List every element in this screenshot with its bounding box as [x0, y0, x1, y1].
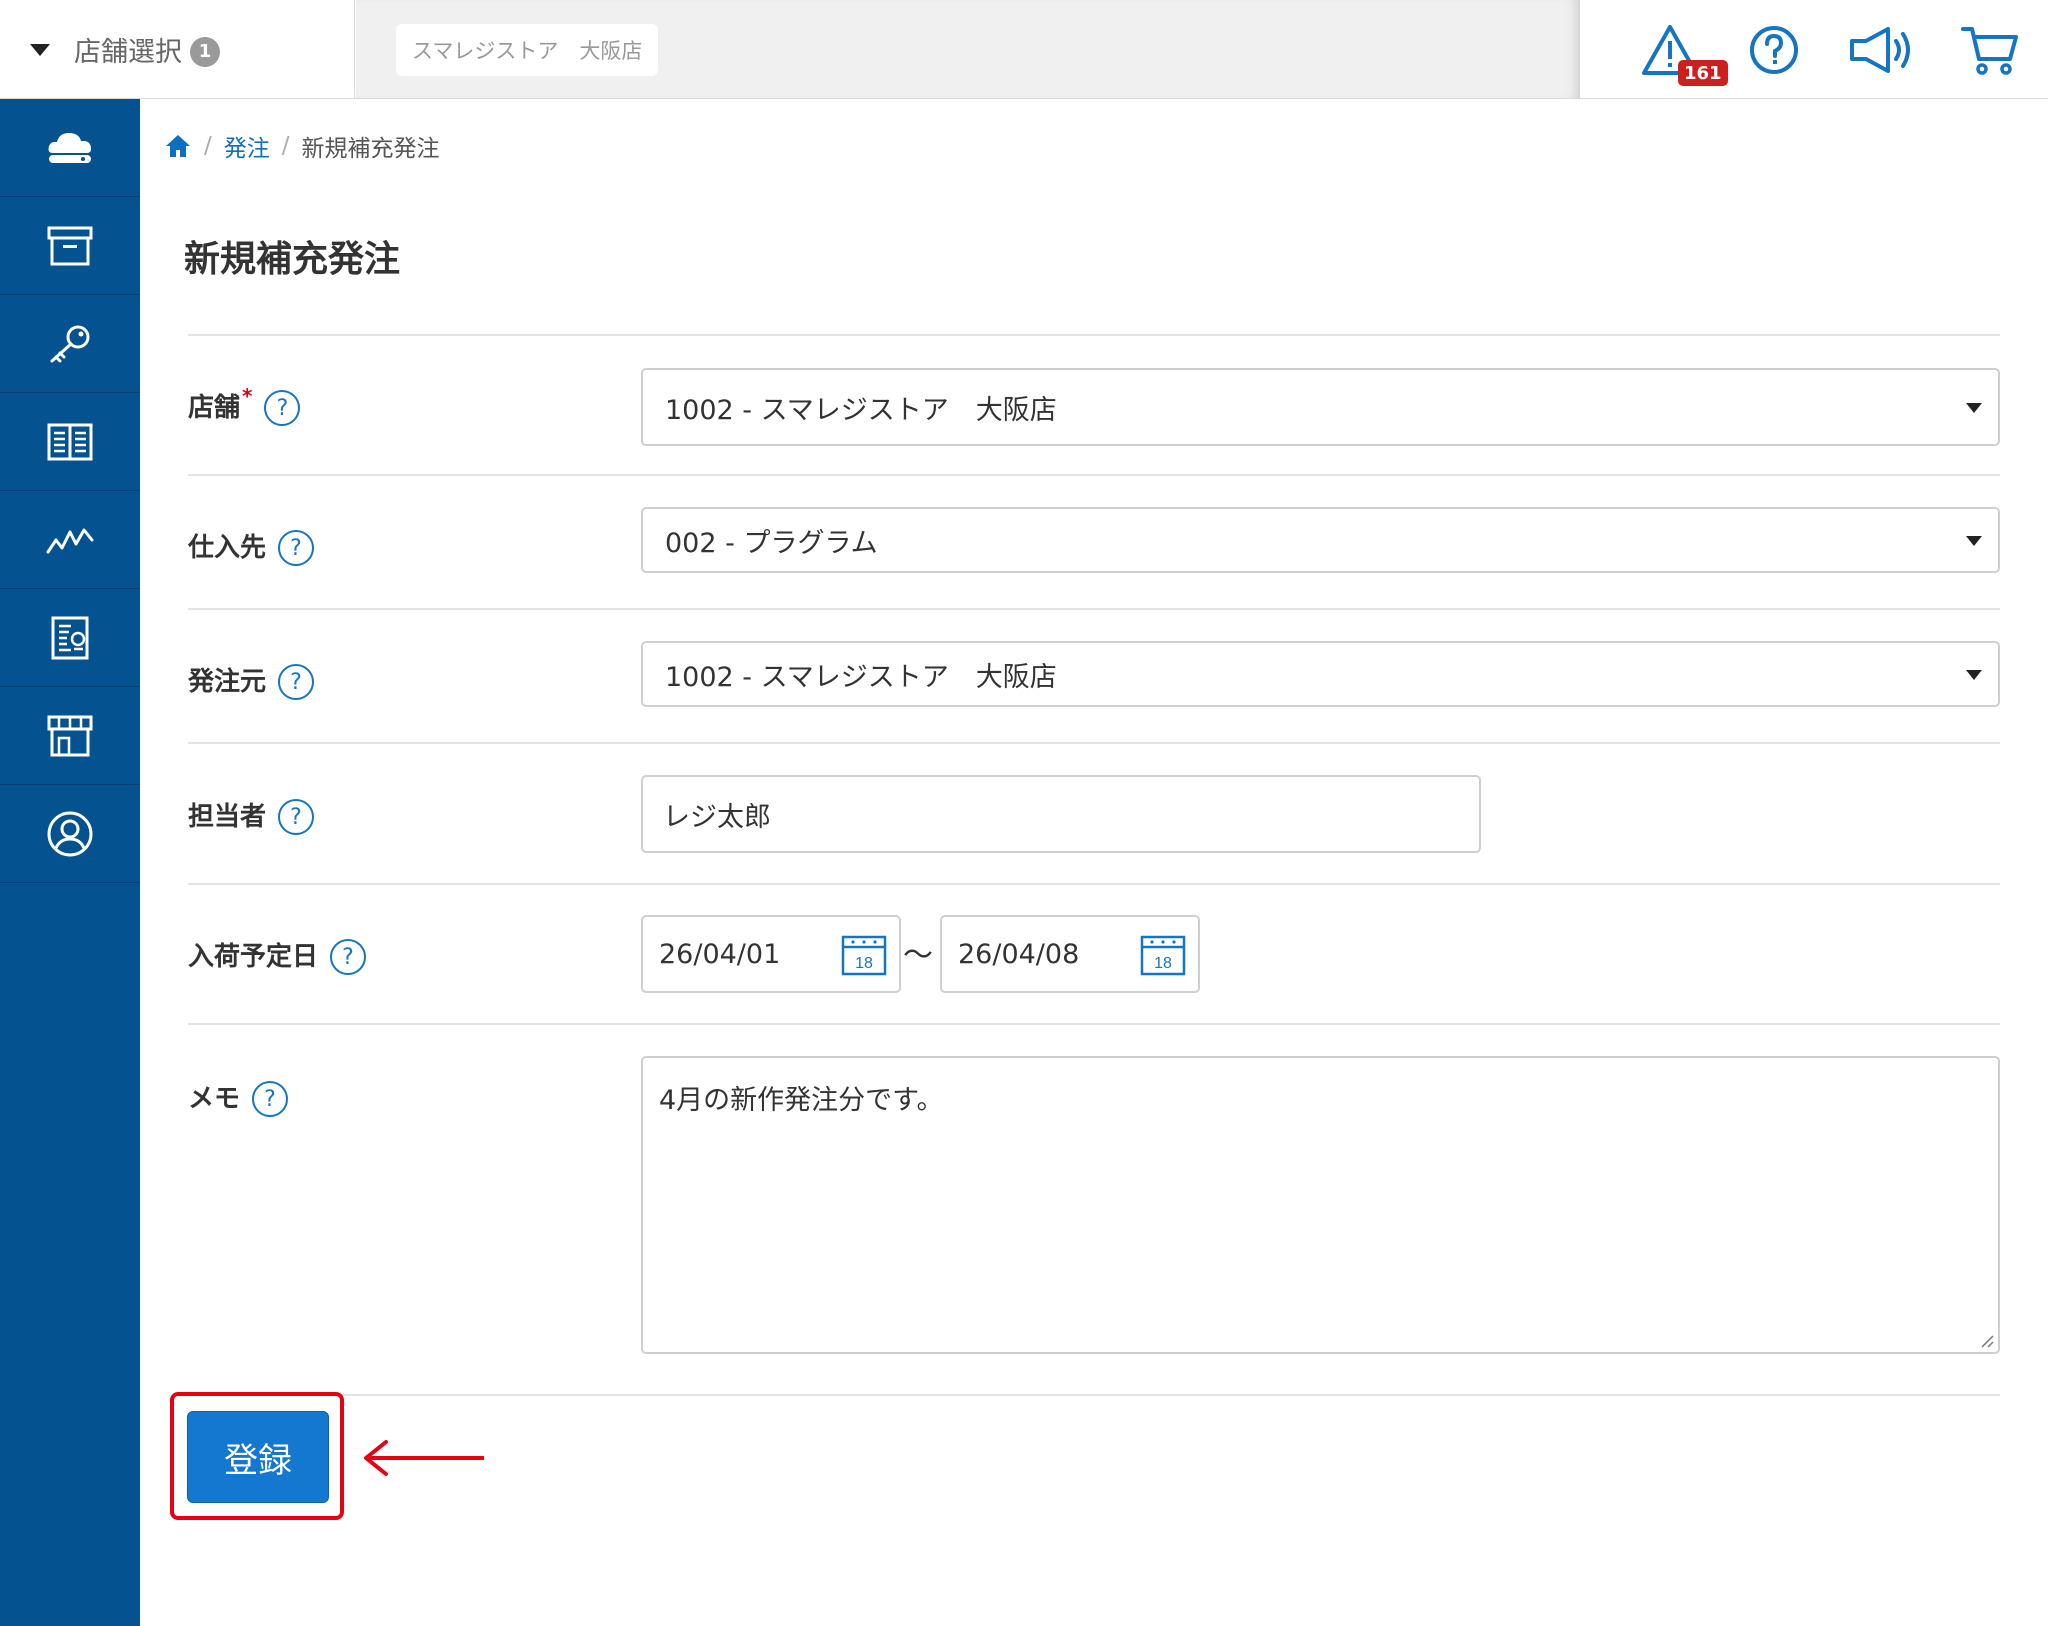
sidebar	[0, 99, 140, 1626]
megaphone-icon[interactable]	[1844, 18, 1920, 82]
report-icon	[51, 616, 89, 659]
store-select-value: 1002 - スマレジストア 大阪店	[665, 394, 1057, 426]
book-icon	[47, 423, 93, 460]
selected-store-chip[interactable]: スマレジストア 大阪店	[396, 24, 659, 76]
supplier-help-icon[interactable]: ?	[278, 530, 315, 566]
sidebar-item-cloud[interactable]	[0, 99, 140, 197]
chevron-down-icon	[1966, 536, 1982, 546]
origin-label-text: 発注元	[188, 666, 267, 697]
divider	[188, 742, 2000, 744]
breadcrumb-current: 新規補充発注	[301, 136, 440, 162]
arrival-date-field-label: 入荷予定日 ?	[188, 933, 367, 975]
sidebar-item-archive[interactable]	[0, 197, 140, 295]
memo-label-text: メモ	[188, 1083, 241, 1114]
date-range-separator: 〜	[903, 938, 933, 973]
required-mark: *	[242, 384, 253, 408]
store-selector[interactable]: 店舗選択 1	[0, 0, 355, 99]
svg-text:18: 18	[855, 955, 873, 972]
store-select[interactable]: 1002 - スマレジストア 大阪店	[641, 368, 2000, 446]
divider	[188, 883, 2000, 885]
breadcrumb: / 発注 / 新規補充発注	[164, 128, 440, 164]
divider	[188, 608, 2000, 610]
store-icon	[47, 715, 93, 756]
key-icon	[50, 325, 90, 362]
register-button[interactable]: 登録	[187, 1411, 329, 1503]
store-selector-label: 店舗選択	[74, 37, 182, 68]
divider	[188, 1394, 2000, 1396]
memo-field-label: メモ ?	[188, 1075, 289, 1117]
memo-help-icon[interactable]: ?	[252, 1081, 289, 1117]
supplier-select-value: 002 - プラグラム	[665, 527, 878, 559]
origin-field-label: 発注元 ?	[188, 658, 315, 700]
origin-select-value: 1002 - スマレジストア 大阪店	[665, 661, 1057, 693]
store-count-badge: 1	[190, 36, 220, 67]
store-help-icon[interactable]: ?	[264, 390, 301, 426]
calendar-icon[interactable]: 18	[841, 934, 887, 976]
store-label-text: 店舗	[188, 392, 241, 423]
archive-box-icon	[47, 226, 93, 265]
page-title: 新規補充発注	[184, 239, 401, 280]
home-icon[interactable]	[164, 133, 192, 159]
memo-textarea[interactable]: 4月の新作発注分です。	[641, 1056, 2000, 1354]
breadcrumb-link-order[interactable]: 発注	[224, 129, 270, 163]
origin-select[interactable]: 1002 - スマレジストア 大阪店	[641, 641, 2000, 707]
arrival-date-from-input[interactable]: 26/04/01 18	[641, 915, 901, 993]
top-icon-group	[1580, 0, 2048, 99]
staff-input-value: レジ太郎	[663, 801, 771, 833]
memo-textarea-value: 4月の新作発注分です。	[659, 1085, 944, 1116]
sidebar-item-report[interactable]	[0, 589, 140, 687]
top-bar: 店舗選択 1 スマレジストア 大阪店 161	[0, 0, 2048, 99]
chart-line-icon	[46, 528, 94, 553]
supplier-label-text: 仕入先	[188, 532, 267, 563]
alert-count-badge: 161	[1678, 60, 1728, 86]
arrival-date-to-value: 26/04/08	[958, 938, 1080, 970]
store-field-label: 店舗 * ?	[188, 384, 301, 426]
question-circle-icon[interactable]	[1736, 18, 1812, 82]
breadcrumb-separator: /	[281, 133, 290, 159]
sidebar-item-store[interactable]	[0, 687, 140, 785]
staff-input[interactable]: レジ太郎	[641, 775, 1481, 853]
staff-help-icon[interactable]: ?	[278, 799, 315, 835]
annotation-arrow-icon	[364, 1440, 484, 1476]
resize-grip-icon[interactable]	[1978, 1332, 1994, 1348]
caret-down-icon	[30, 43, 50, 56]
supplier-select[interactable]: 002 - プラグラム	[641, 507, 2000, 573]
cloud-icon	[48, 132, 91, 163]
divider	[188, 1023, 2000, 1025]
cart-icon[interactable]	[1952, 18, 2028, 82]
sidebar-item-user[interactable]	[0, 785, 140, 883]
arrival-date-to-input[interactable]: 26/04/08 18	[940, 915, 1200, 993]
sidebar-item-key[interactable]	[0, 295, 140, 393]
chevron-down-icon	[1966, 403, 1982, 413]
calendar-icon[interactable]: 18	[1140, 934, 1186, 976]
selected-store-bar: スマレジストア 大阪店	[356, 0, 1580, 98]
arrival-date-label-text: 入荷予定日	[188, 941, 319, 972]
sidebar-item-analytics[interactable]	[0, 491, 140, 589]
supplier-field-label: 仕入先 ?	[188, 524, 315, 566]
svg-text:18: 18	[1154, 955, 1172, 972]
staff-field-label: 担当者 ?	[188, 793, 315, 835]
user-circle-icon	[47, 811, 93, 856]
divider	[188, 474, 2000, 476]
chevron-down-icon	[1966, 670, 1982, 680]
staff-label-text: 担当者	[188, 801, 267, 832]
sidebar-item-book[interactable]	[0, 393, 140, 491]
arrival-date-help-icon[interactable]: ?	[330, 939, 367, 975]
divider	[188, 334, 2000, 336]
arrival-date-from-value: 26/04/01	[659, 938, 781, 970]
origin-help-icon[interactable]: ?	[278, 664, 315, 700]
breadcrumb-separator: /	[204, 133, 212, 159]
